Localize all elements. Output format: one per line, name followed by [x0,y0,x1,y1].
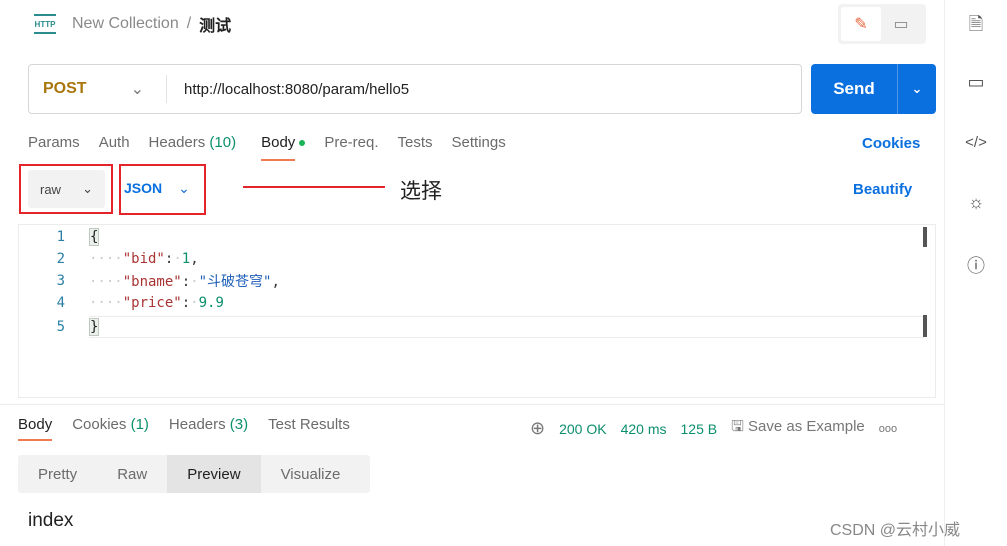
view-preview[interactable]: Preview [167,455,261,493]
info-icon[interactable]: ⓘ [962,252,990,278]
json-value: 9.9 [198,295,224,311]
response-size[interactable]: 125 B [681,421,718,437]
tab-response-cookies[interactable]: Cookies (1) [72,416,149,441]
tab-label: Body [261,134,296,151]
mode-value: raw [40,181,61,197]
sidebar-divider [944,0,945,546]
separator: / [186,15,192,32]
response-status: ⊕ 200 OK 420 ms 125 B 🖫 Save as Example … [530,416,897,441]
view-pretty[interactable]: Pretty [18,455,97,493]
view-toggle: ✎ ▭ [838,4,926,44]
count: (3) [229,416,249,433]
tab-tests[interactable]: Tests [398,134,433,161]
current-line [89,316,924,338]
method-select[interactable]: POST ⌄ [29,75,167,103]
tab-label: Cookies [72,416,127,433]
tab-label: Headers [148,134,206,151]
modified-dot [299,140,306,147]
breadcrumb: HTTP New Collection / 测试 [34,12,231,36]
scrollbar-thumb[interactable] [923,315,927,337]
collection-link[interactable]: New Collection [72,15,179,33]
json-key: "price" [122,295,182,311]
tab-test-results[interactable]: Test Results [268,416,350,441]
cookies-link[interactable]: Cookies [862,135,920,152]
comment-icon[interactable]: ▭ [881,7,921,41]
code-editor[interactable]: 1{ 2 ····"bid":·1, 3 ····"bname":·"斗破苍穹", … [18,224,936,398]
tab-params[interactable]: Params [28,134,80,161]
send-label[interactable]: Send [811,64,898,114]
divider [0,404,944,405]
json-key: "bname" [122,274,182,290]
tab-headers[interactable]: Headers (10) [149,134,237,161]
save-icon: 🖫 [731,418,744,435]
response-time[interactable]: 420 ms [621,421,667,437]
request-tabs: Params Auth Headers (10) Body Pre-req. T… [28,134,525,161]
tab-response-headers[interactable]: Headers (3) [169,416,248,441]
headers-count: (10) [209,134,237,151]
line-number: 1 [56,229,65,245]
more-icon[interactable]: ooo [879,423,897,435]
save-as-example-button[interactable]: 🖫 Save as Example [731,416,865,441]
tab-auth[interactable]: Auth [99,134,130,161]
count: (1) [130,416,149,433]
method-value: POST [43,80,87,97]
lightbulb-icon[interactable]: ☼ [962,192,990,213]
line-number: 2 [56,251,65,267]
tab-body[interactable]: Body [261,134,306,161]
code-icon[interactable]: </> [962,134,990,151]
watermark: CSDN @云村小威 [830,522,961,539]
body-mode-select[interactable]: raw ⌄ [28,170,105,208]
chevron-down-icon: ⌄ [178,180,190,196]
pencil-icon[interactable]: ✎ [841,7,881,41]
chevron-down-icon[interactable]: ⌄ [898,64,936,114]
document-icon[interactable]: 🗎 [962,12,990,42]
response-preview: index [28,510,74,531]
tab-label: Headers [168,416,226,433]
scrollbar[interactable] [923,227,927,247]
line-number: 3 [56,273,65,289]
chevron-down-icon: ⌄ [130,81,144,98]
brace: { [89,228,100,246]
annotation-text: 选择 [400,180,442,203]
beautify-button[interactable]: Beautify [853,181,912,198]
tab-pre-req[interactable]: Pre-req. [324,134,378,161]
line-number: 5 [56,319,65,335]
view-raw[interactable]: Raw [97,455,167,493]
language-select[interactable]: JSON ⌄ [124,180,190,197]
status-code[interactable]: 200 OK [559,421,606,437]
language-value: JSON [124,180,163,196]
comment-icon[interactable]: ▭ [962,72,990,93]
view-visualize[interactable]: Visualize [261,455,361,493]
tab-settings[interactable]: Settings [452,134,506,161]
http-icon: HTTP [34,14,56,34]
json-value: "斗破苍穹" [198,274,272,290]
save-label: Save as Example [748,418,865,435]
globe-icon[interactable]: ⊕ [530,418,545,439]
response-tabs: Body Cookies (1) Headers (3) Test Result… [18,416,370,441]
json-value: 1 [181,251,191,267]
json-key: "bid" [122,251,165,267]
annotation-line [243,186,385,188]
request-name[interactable]: 测试 [199,12,231,36]
brace: } [89,318,100,336]
chevron-down-icon: ⌄ [82,181,93,196]
url-input[interactable]: http://localhost:8080/param/hello5 [167,81,409,98]
url-bar: POST ⌄ http://localhost:8080/param/hello5 [28,64,802,114]
line-number: 4 [56,295,65,311]
tab-response-body[interactable]: Body [18,416,53,441]
send-button[interactable]: Send ⌄ [811,64,936,114]
view-mode-tabs: Pretty Raw Preview Visualize [18,455,370,493]
